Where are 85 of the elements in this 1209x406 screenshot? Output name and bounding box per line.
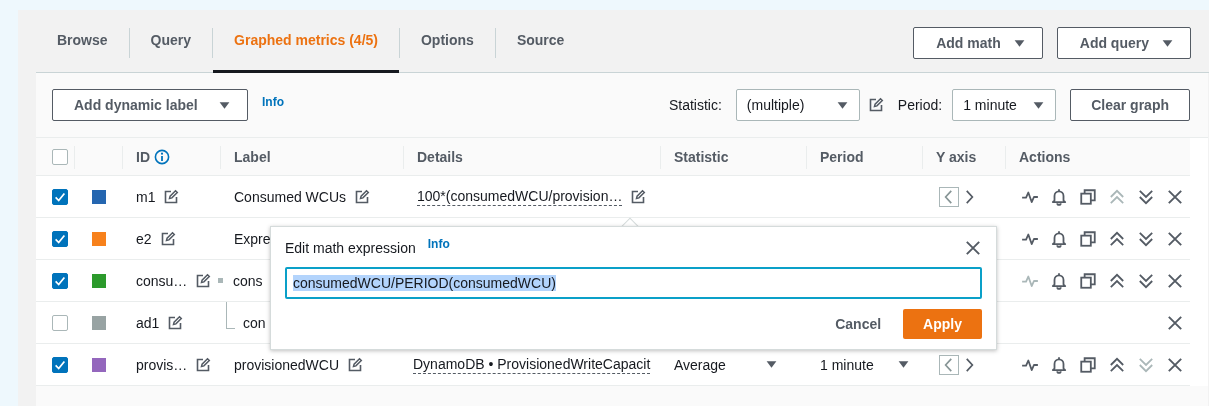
column-header: Label (234, 148, 271, 165)
column-header: Statistic (674, 148, 729, 165)
tab[interactable]: Options (400, 10, 495, 73)
bell-icon[interactable] (1050, 229, 1068, 248)
color-swatch[interactable] (92, 273, 106, 288)
metric-id: m1 (136, 188, 156, 205)
copy-icon[interactable] (1079, 271, 1097, 290)
copy-icon[interactable] (1079, 229, 1097, 248)
cancel-button[interactable]: Cancel (835, 316, 882, 332)
caret-icon (765, 358, 778, 371)
close-icon[interactable] (964, 239, 982, 257)
color-swatch[interactable] (92, 189, 106, 204)
close-icon[interactable] (1166, 355, 1184, 374)
metric-label: cons (233, 272, 263, 289)
bell-icon[interactable] (1050, 271, 1068, 290)
dropdown-button[interactable]: Add math (913, 27, 1043, 59)
period-dropdown[interactable]: 1 minute (952, 89, 1057, 121)
bell-icon[interactable] (1050, 355, 1068, 374)
double-chevron-up-icon[interactable] (1108, 271, 1126, 290)
edit-icon[interactable] (347, 356, 364, 373)
dropdown-button[interactable]: Add query (1056, 27, 1191, 59)
checkbox[interactable] (52, 148, 68, 165)
edit-icon[interactable] (167, 314, 184, 331)
info-link[interactable]: Info (427, 237, 450, 251)
tab[interactable]: Source (495, 10, 586, 73)
column-header: Actions (1019, 148, 1071, 165)
metric-details-link[interactable]: 100*(consumedWCU/provision… (417, 187, 623, 206)
info-icon[interactable] (154, 148, 170, 165)
double-chevron-up-icon[interactable] (1108, 229, 1126, 248)
metric-details-link[interactable]: DynamoDB • ProvisionedWriteCapacit (413, 355, 651, 374)
left-axis-chevron-icon[interactable] (939, 186, 959, 207)
edit-icon[interactable] (163, 188, 180, 205)
edit-icon[interactable] (195, 272, 212, 289)
column-header: ID (136, 148, 150, 165)
metric-id: ad1 (136, 314, 160, 331)
double-chevron-down-icon[interactable] (1137, 271, 1155, 290)
caret-icon (897, 358, 910, 371)
close-icon[interactable] (1166, 229, 1184, 248)
dynamic-label-dropdown[interactable]: Add dynamic label (52, 89, 248, 121)
double-chevron-down-icon[interactable] (1137, 187, 1155, 206)
checkbox[interactable] (52, 356, 68, 373)
edit-icon[interactable] (354, 188, 371, 205)
metric-label: Expre (234, 230, 271, 247)
info-link[interactable]: Info (262, 95, 284, 109)
metric-label: con (243, 314, 266, 331)
color-swatch[interactable] (92, 315, 106, 330)
clear-graph-button[interactable]: Clear graph (1070, 89, 1190, 121)
tree-node-icon (218, 278, 223, 283)
edit-icon[interactable] (630, 188, 647, 205)
tab[interactable]: Browse (36, 10, 129, 73)
statistic-label: Statistic: (668, 97, 722, 113)
tab[interactable]: Query (129, 10, 213, 73)
copy-icon[interactable] (1079, 187, 1097, 206)
color-swatch[interactable] (92, 357, 106, 372)
period-dropdown[interactable]: 1 minute (820, 356, 910, 373)
edit-icon[interactable] (867, 97, 884, 113)
checkbox[interactable] (52, 314, 68, 331)
edit-icon[interactable] (159, 230, 176, 247)
left-axis-chevron-icon[interactable] (939, 354, 959, 375)
close-icon[interactable] (1166, 271, 1184, 290)
checkbox[interactable] (52, 230, 68, 247)
statistic-dropdown[interactable]: (multiple) (735, 89, 860, 121)
metric-label: Consumed WCUs (234, 188, 347, 205)
color-swatch[interactable] (92, 231, 106, 246)
metric-label: provisionedWCU (234, 356, 340, 373)
period-label: Period: (897, 97, 943, 113)
edit-icon[interactable] (195, 356, 212, 373)
column-header: Period (820, 148, 864, 165)
column-header: Y axis (936, 148, 977, 165)
popover-title: Edit math expression (285, 240, 416, 256)
double-chevron-down-icon[interactable] (1137, 229, 1155, 248)
expression-field[interactable]: consumedWCU/PERIOD(consumedWCU) (285, 267, 982, 299)
statistic-dropdown[interactable]: Average (674, 356, 778, 373)
metric-id: consu… (136, 272, 188, 289)
copy-icon[interactable] (1079, 355, 1097, 374)
close-icon[interactable] (1166, 187, 1184, 206)
metric-id: provis… (136, 356, 188, 373)
bell-icon[interactable] (1050, 187, 1068, 206)
tree-line (226, 302, 235, 329)
close-icon[interactable] (1166, 313, 1184, 332)
column-header: Details (417, 148, 463, 165)
checkbox[interactable] (52, 188, 68, 205)
double-chevron-up-icon[interactable] (1108, 355, 1126, 374)
metric-id: e2 (136, 230, 152, 247)
checkbox[interactable] (52, 272, 68, 289)
